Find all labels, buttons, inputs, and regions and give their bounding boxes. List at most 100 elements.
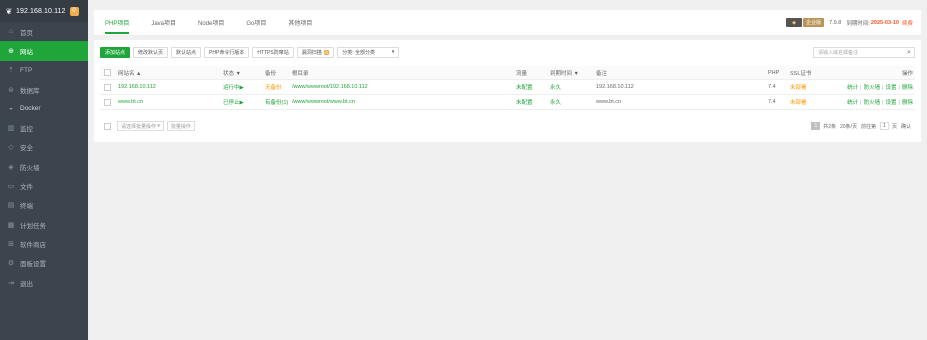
firewall-link[interactable]: 防火墙 [864, 85, 881, 91]
site-root-link[interactable]: /www/wwwroot/www.bt.cn [292, 99, 355, 105]
row-checkbox[interactable] [104, 83, 111, 91]
site-remark[interactable]: www.bt.cn [596, 99, 621, 105]
ops-separator: | [882, 100, 884, 106]
batch-operation-select[interactable]: 请选择批量操作 ▾ [117, 121, 164, 131]
site-expire-link[interactable]: 永久 [550, 83, 561, 91]
license-info: ◆ 企业版 7.9.8 到期时间: 2025-03-10 续费 [786, 18, 921, 27]
table-footer: 请选择批量操作 ▾ 批量操作 1 共2条 20条/页 前往第 1 页 确认 [100, 120, 915, 132]
sidebar-item-label: 监控 [20, 126, 33, 134]
row-checkbox[interactable] [104, 98, 111, 106]
confirm-page-button[interactable]: 确认 [901, 123, 911, 130]
search-placeholder: 请输入域名或备注 [818, 49, 859, 56]
tab-php[interactable]: PHP项目 [94, 10, 140, 36]
site-name-link[interactable]: 192.168.10.112 [118, 84, 156, 90]
batch-operation-button[interactable]: 批量操作 [166, 121, 195, 131]
vuln-scan-button[interactable]: 漏洞扫描 0 [296, 46, 335, 58]
sidebar-item-ftp[interactable]: ⇡ FTP [0, 61, 88, 80]
site-root-link[interactable]: /www/wwwroot/192.168.10.112 [292, 84, 368, 90]
settings-link[interactable]: 设置 [886, 100, 897, 106]
site-status-toggle[interactable]: 运行中▶ [223, 83, 244, 91]
stats-link[interactable]: 统计 [847, 85, 858, 91]
sidebar-item-monitor[interactable]: ▥ 监控 [0, 118, 88, 137]
col-status[interactable]: 状态 ▼ [223, 69, 241, 77]
renew-link[interactable]: 续费 [902, 19, 913, 27]
gear-icon: ⚙ [7, 260, 15, 268]
sidebar-item-terminal[interactable]: ▤ 终端 [0, 196, 88, 215]
sidebar-item-firewall[interactable]: ◈ 防火墙 [0, 157, 88, 176]
delete-link[interactable]: 删除 [902, 85, 913, 91]
globe-icon: ⊕ [8, 47, 14, 55]
site-backup-link[interactable]: 无备份 [265, 83, 282, 91]
site-remark[interactable]: 192.168.10.112 [596, 84, 634, 90]
site-ssl-link[interactable]: 未部署 [790, 83, 807, 91]
caret-down-icon: ▾ [156, 123, 160, 129]
site-traffic-link[interactable]: 未配置 [516, 98, 533, 106]
docker-icon: ◒ [8, 105, 14, 113]
table-row: 192.168.10.112 运行中▶ 无备份 /www/wwwroot/192… [100, 80, 915, 95]
sidebar-item-settings[interactable]: ⚙ 面板设置 [0, 254, 88, 273]
sidebar-item-cron[interactable]: ▦ 计划任务 [0, 215, 88, 234]
add-site-button[interactable]: 添加站点 [100, 46, 131, 58]
site-php-version[interactable]: 7.4 [768, 99, 776, 105]
php-cli-button[interactable]: PHP命令行版本 [204, 46, 250, 58]
select-all-checkbox[interactable] [104, 69, 111, 76]
site-name-link[interactable]: www.bt.cn [118, 99, 143, 105]
https-proxy-button[interactable]: HTTPS防窜站 [252, 46, 294, 58]
row-actions: 统计 | 防火墙 | 设置 | 删除 [847, 83, 913, 91]
page-input[interactable]: 1 [879, 122, 889, 130]
ops-separator: | [882, 85, 884, 91]
delete-link[interactable]: 删除 [902, 100, 913, 106]
firewall-icon: ◈ [8, 163, 14, 171]
site-ssl-link[interactable]: 未部署 [790, 98, 807, 106]
col-name[interactable]: 网站名 ▲ [118, 69, 141, 77]
folder-icon: ▭ [7, 183, 15, 191]
sidebar-item-website[interactable]: ⊕ 网站 [0, 41, 88, 61]
footer-select-all-checkbox[interactable] [104, 122, 111, 130]
current-page[interactable]: 1 [811, 122, 821, 130]
server-header: ❦ 192.168.10.112 0 [0, 0, 88, 22]
sidebar-item-label: 网站 [20, 48, 33, 56]
site-php-version[interactable]: 7.4 [768, 84, 776, 90]
table-row: www.bt.cn 已停止▶ 有备份(1) /www/wwwroot/www.b… [100, 95, 915, 110]
search-icon[interactable]: ⌕ [907, 48, 911, 58]
site-backup-link[interactable]: 有备份(1) [265, 98, 288, 106]
sidebar-item-logout[interactable]: ⇥ 退出 [0, 273, 88, 292]
category-select[interactable]: 分类: 全部分类 ▾ [337, 46, 400, 58]
sidebar-item-label: 数据库 [20, 87, 40, 95]
sidebar-item-database[interactable]: ⊜ 数据库 [0, 80, 88, 99]
sidebar-item-security[interactable]: ◇ 安全 [0, 138, 88, 157]
site-expire-link[interactable]: 永久 [550, 98, 561, 106]
settings-link[interactable]: 设置 [886, 85, 897, 91]
sidebar-item-docker[interactable]: ◒ Docker [0, 99, 88, 118]
home-icon: ⌂ [8, 28, 14, 36]
logout-icon: ⇥ [8, 279, 14, 287]
per-page-select[interactable]: 20条/页 [840, 123, 857, 130]
tab-other[interactable]: 其他项目 [277, 10, 323, 36]
goto-label: 前往第 [860, 123, 876, 130]
tab-node[interactable]: Node项目 [187, 10, 235, 36]
page-unit: 页 [891, 123, 897, 130]
notification-badge[interactable]: 0 [69, 6, 79, 16]
site-status-toggle[interactable]: 已停止▶ [223, 98, 244, 106]
sidebar-item-home[interactable]: ⌂ 首页 [0, 22, 88, 41]
firewall-link[interactable]: 防火墙 [864, 100, 881, 106]
enterprise-badge: 企业版 [803, 18, 825, 27]
modify-default-page-button[interactable]: 修改默认页 [133, 46, 169, 58]
col-expire[interactable]: 到期时间 ▼ [550, 69, 579, 77]
default-site-button[interactable]: 默认站点 [171, 46, 202, 58]
sidebar-item-label: 文件 [20, 184, 33, 192]
sidebar-item-files[interactable]: ▭ 文件 [0, 176, 88, 195]
sidebar-item-label: 计划任务 [20, 222, 46, 230]
total-count: 共2条 [823, 123, 836, 130]
pagination: 1 共2条 20条/页 前往第 1 页 确认 [811, 122, 915, 130]
stats-link[interactable]: 统计 [847, 100, 858, 106]
sidebar-item-label: 安全 [20, 145, 33, 153]
tab-java[interactable]: Java项目 [140, 10, 187, 36]
bt-logo-icon: ❦ [5, 6, 13, 16]
tab-go[interactable]: Go项目 [235, 10, 277, 36]
search-input[interactable]: 请输入域名或备注 ⌕ [813, 46, 915, 58]
vuln-count-badge: 0 [323, 49, 330, 55]
expire-date: 2025-03-10 [870, 19, 899, 26]
sidebar-item-store[interactable]: ⊞ 软件商店 [0, 234, 88, 253]
site-traffic-link[interactable]: 未配置 [516, 83, 533, 91]
